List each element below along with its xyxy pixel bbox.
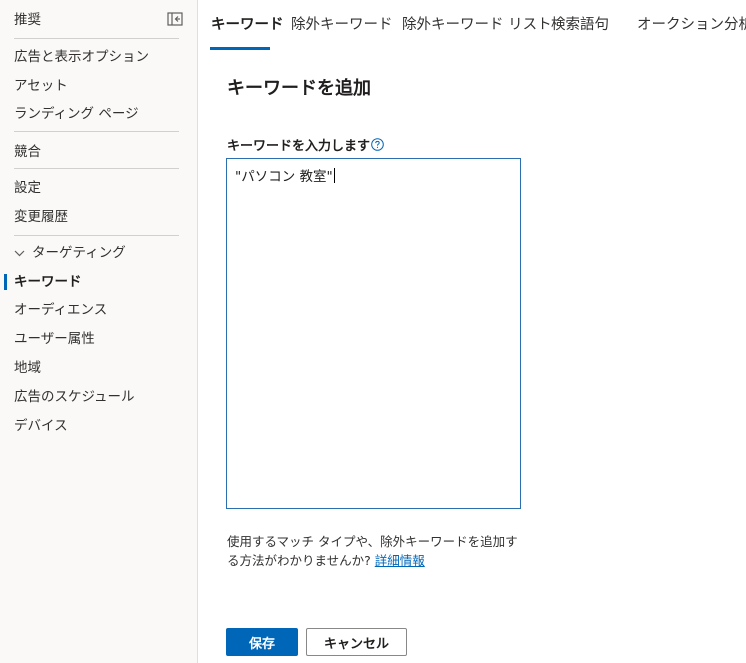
sidebar-divider [14,131,179,132]
sidebar-item-devices[interactable]: デバイス [14,416,68,436]
active-indicator [4,274,7,290]
sidebar: 推奨 広告と表示オプション アセット ランディング ページ 競合 設定 変更履歴… [0,0,198,663]
cancel-button[interactable]: キャンセル [306,628,407,656]
sidebar-item-ad-schedule[interactable]: 広告のスケジュール [14,387,135,407]
sidebar-item-keywords[interactable]: キーワード [14,272,82,292]
tab-negative-keyword-lists[interactable]: 除外キーワード リスト [402,15,552,35]
tab-active-underline [210,47,270,50]
sidebar-divider [14,168,179,169]
sidebar-item-recommend[interactable]: 推奨 [14,10,41,30]
keyword-field-label: キーワードを入力します [227,139,371,154]
sidebar-item-history[interactable]: 変更履歴 [14,207,68,227]
collapse-panel-icon[interactable] [167,12,183,26]
help-text: 使用するマッチ タイプや、除外キーワードを追加する方法がわかりませんか? [227,534,518,568]
sidebar-item-locations[interactable]: 地域 [14,358,41,378]
text-caret [333,168,335,183]
sidebar-item-ads[interactable]: 広告と表示オプション [14,47,149,67]
tab-negative-keywords[interactable]: 除外キーワード [291,15,393,35]
tab-bar: キーワード 除外キーワード 除外キーワード リスト 検索語句 オークション分析 [198,0,746,50]
tab-auction-insights[interactable]: オークション分析 [637,15,746,35]
sidebar-divider [14,38,179,39]
sidebar-item-demographics[interactable]: ユーザー属性 [14,329,95,349]
keyword-input[interactable]: "パソコン 教室" [226,158,521,509]
tab-keywords[interactable]: キーワード [211,15,284,35]
keyword-input-value: "パソコン 教室" [235,169,333,185]
question-circle-icon[interactable] [371,138,384,151]
sidebar-item-landing-pages[interactable]: ランディング ページ [14,104,139,124]
sidebar-item-competition[interactable]: 競合 [14,142,41,162]
sidebar-item-settings[interactable]: 設定 [14,178,41,198]
tab-search-terms[interactable]: 検索語句 [551,15,609,35]
sidebar-item-targeting[interactable]: ターゲティング [14,243,126,263]
match-type-help: 使用するマッチ タイプや、除外キーワードを追加する方法がわかりませんか? 詳細情… [227,532,527,570]
sidebar-divider [14,235,179,236]
chevron-down-icon [14,243,26,263]
learn-more-link[interactable]: 詳細情報 [375,553,425,568]
sidebar-item-audiences[interactable]: オーディエンス [14,300,107,320]
sidebar-item-assets[interactable]: アセット [14,76,68,96]
page-title: キーワードを追加 [227,78,371,99]
save-button[interactable]: 保存 [226,628,298,656]
sidebar-item-label: ターゲティング [32,245,126,261]
